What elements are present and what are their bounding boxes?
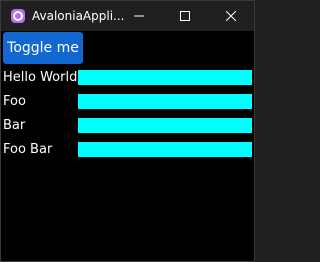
toggle-button[interactable]: Toggle me [3, 32, 83, 64]
avalonia-logo-icon [11, 9, 25, 23]
close-icon [226, 11, 236, 21]
item-label: Hello World [3, 70, 78, 85]
maximize-icon [180, 11, 190, 21]
app-window: AvaloniaAppli... Toggle me Hello World F… [0, 0, 255, 262]
minimize-icon [134, 15, 144, 17]
item-label: Foo Bar [3, 142, 53, 157]
window-title: AvaloniaAppli... [32, 9, 125, 23]
item-bar [78, 70, 252, 85]
main-content: Toggle me Hello World Foo Bar Foo Bar [1, 31, 254, 261]
item-label: Bar [3, 118, 26, 133]
item-bar [78, 142, 252, 157]
maximize-button[interactable] [162, 1, 208, 31]
list-item: Foo [1, 92, 254, 112]
minimize-button[interactable] [116, 1, 162, 31]
close-button[interactable] [208, 1, 254, 31]
title-bar[interactable]: AvaloniaAppli... [1, 1, 254, 31]
item-label: Foo [3, 94, 26, 109]
list-item: Foo Bar [1, 140, 254, 160]
list-item: Bar [1, 116, 254, 136]
list-item: Hello World [1, 68, 254, 88]
item-bar [78, 94, 252, 109]
item-bar [78, 118, 252, 133]
